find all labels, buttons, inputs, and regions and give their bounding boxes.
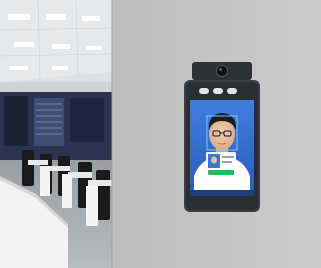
office-background: [0, 0, 113, 268]
sensor-lights: [199, 88, 237, 94]
scene: [0, 0, 321, 268]
screen-footer: [190, 190, 254, 196]
face-recognition-terminal: [184, 62, 260, 212]
identity-card: [206, 152, 236, 178]
verified-badge: [208, 170, 234, 175]
camera-lens: [216, 65, 228, 77]
